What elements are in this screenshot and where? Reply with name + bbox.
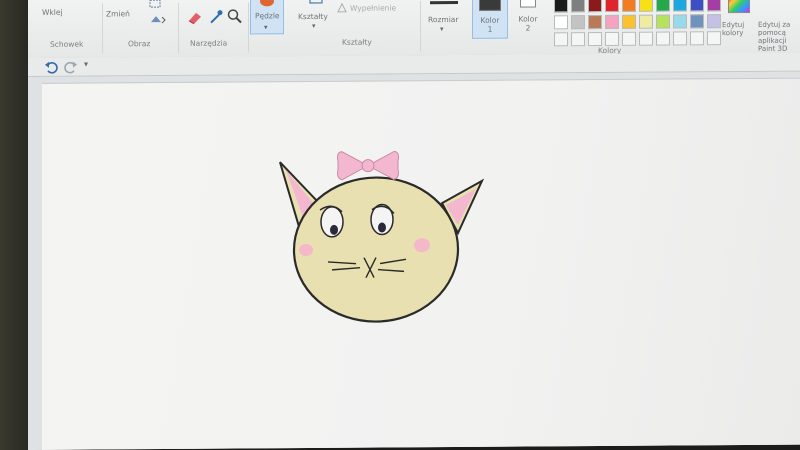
custom-color-slot[interactable] xyxy=(605,31,619,46)
group-label-image: Obraz xyxy=(128,39,151,49)
edit-colors-label[interactable]: Edytuj kolory xyxy=(722,21,752,37)
eraser-icon[interactable] xyxy=(186,9,204,25)
chevron-down-icon: ▾ xyxy=(312,21,316,31)
custom-color-slot[interactable] xyxy=(707,31,721,46)
customize-qat-icon[interactable]: ▾ xyxy=(84,60,88,69)
custom-color-slot[interactable] xyxy=(656,31,670,46)
bow-knot xyxy=(361,159,375,173)
palette-swatch[interactable] xyxy=(605,0,619,12)
shapes-icon[interactable] xyxy=(306,0,326,6)
brushes-button[interactable]: Pędzle ▾ xyxy=(250,0,284,35)
separator xyxy=(102,3,103,54)
canvas-area xyxy=(28,71,800,450)
chevron-down-icon: ▾ xyxy=(440,25,444,34)
palette-swatch[interactable] xyxy=(554,15,568,30)
brush-icon xyxy=(260,0,274,7)
edit-colors-icon[interactable] xyxy=(728,0,750,14)
palette-swatch[interactable] xyxy=(622,0,636,12)
color1-swatch xyxy=(479,0,501,11)
custom-color-slot[interactable] xyxy=(571,32,585,47)
palette-swatch[interactable] xyxy=(690,14,704,29)
outline-label[interactable]: Wypełnienie xyxy=(350,3,396,12)
custom-color-slot[interactable] xyxy=(554,32,568,47)
palette-swatch[interactable] xyxy=(622,14,636,29)
palette-swatch[interactable] xyxy=(690,0,704,12)
magnifier-icon[interactable] xyxy=(226,8,242,24)
paint3d-label[interactable]: Edytuj za pomocą aplikacji Paint 3D xyxy=(758,21,800,53)
palette-swatch[interactable] xyxy=(656,0,670,12)
palette-swatch[interactable] xyxy=(707,0,721,12)
cat-face xyxy=(292,176,460,323)
redo-icon[interactable] xyxy=(64,60,78,74)
palette-swatch[interactable] xyxy=(656,14,670,29)
color2-swatch xyxy=(520,0,536,8)
right-pupil xyxy=(378,222,386,233)
cat-drawing xyxy=(279,150,485,323)
custom-color-slot[interactable] xyxy=(588,31,602,47)
palette-swatch[interactable] xyxy=(639,0,653,12)
undo-icon[interactable] xyxy=(44,60,58,74)
color-picker-icon[interactable] xyxy=(208,9,224,25)
ribbon: Wklej Schowek Zmień Obraz Narzędzia Pędz… xyxy=(28,0,800,59)
palette-swatch[interactable] xyxy=(673,0,687,12)
rotate-icon[interactable] xyxy=(148,13,166,25)
color2-button[interactable]: Kolor 2 xyxy=(512,0,544,39)
outline-icon[interactable] xyxy=(336,2,348,14)
color1-label: Kolor 1 xyxy=(480,15,500,34)
brushes-label: Pędzle xyxy=(255,11,280,21)
right-cheek xyxy=(414,238,430,253)
palette-swatch[interactable] xyxy=(707,14,721,29)
separator xyxy=(420,1,421,52)
paste-label[interactable]: Wklej xyxy=(42,8,63,17)
color2-label: Kolor 2 xyxy=(518,14,538,33)
palette-swatch[interactable] xyxy=(571,15,585,30)
resize-label[interactable]: Zmień xyxy=(106,9,130,18)
palette-swatch[interactable] xyxy=(554,0,568,13)
palette-swatch[interactable] xyxy=(673,14,687,29)
palette-swatch[interactable] xyxy=(605,14,619,29)
size-icon[interactable] xyxy=(430,0,458,5)
palette-swatch[interactable] xyxy=(639,14,653,29)
group-label-tools: Narzędzia xyxy=(190,38,228,48)
select-icon[interactable] xyxy=(148,0,164,9)
group-label-clipboard: Schowek xyxy=(50,39,84,49)
separator xyxy=(248,2,249,53)
left-pupil xyxy=(330,224,338,235)
custom-color-slot[interactable] xyxy=(639,31,653,46)
palette-swatch[interactable] xyxy=(571,0,585,13)
custom-color-slot[interactable] xyxy=(673,31,687,46)
palette-swatch[interactable] xyxy=(588,14,602,30)
chevron-down-icon: ▾ xyxy=(264,23,268,32)
left-cheek xyxy=(299,244,313,257)
shapes-label[interactable]: Kształty xyxy=(298,12,328,21)
separator xyxy=(178,2,179,53)
palette-swatch[interactable] xyxy=(588,0,602,13)
color1-button[interactable]: Kolor 1 xyxy=(472,0,508,39)
size-label[interactable]: Rozmiar xyxy=(428,15,458,24)
group-label-shapes: Kształty xyxy=(342,37,372,47)
drawing-canvas[interactable] xyxy=(42,77,800,450)
custom-color-slot[interactable] xyxy=(690,31,704,46)
paint-window: Wklej Schowek Zmień Obraz Narzędzia Pędz… xyxy=(28,0,800,450)
custom-color-slot[interactable] xyxy=(622,31,636,46)
